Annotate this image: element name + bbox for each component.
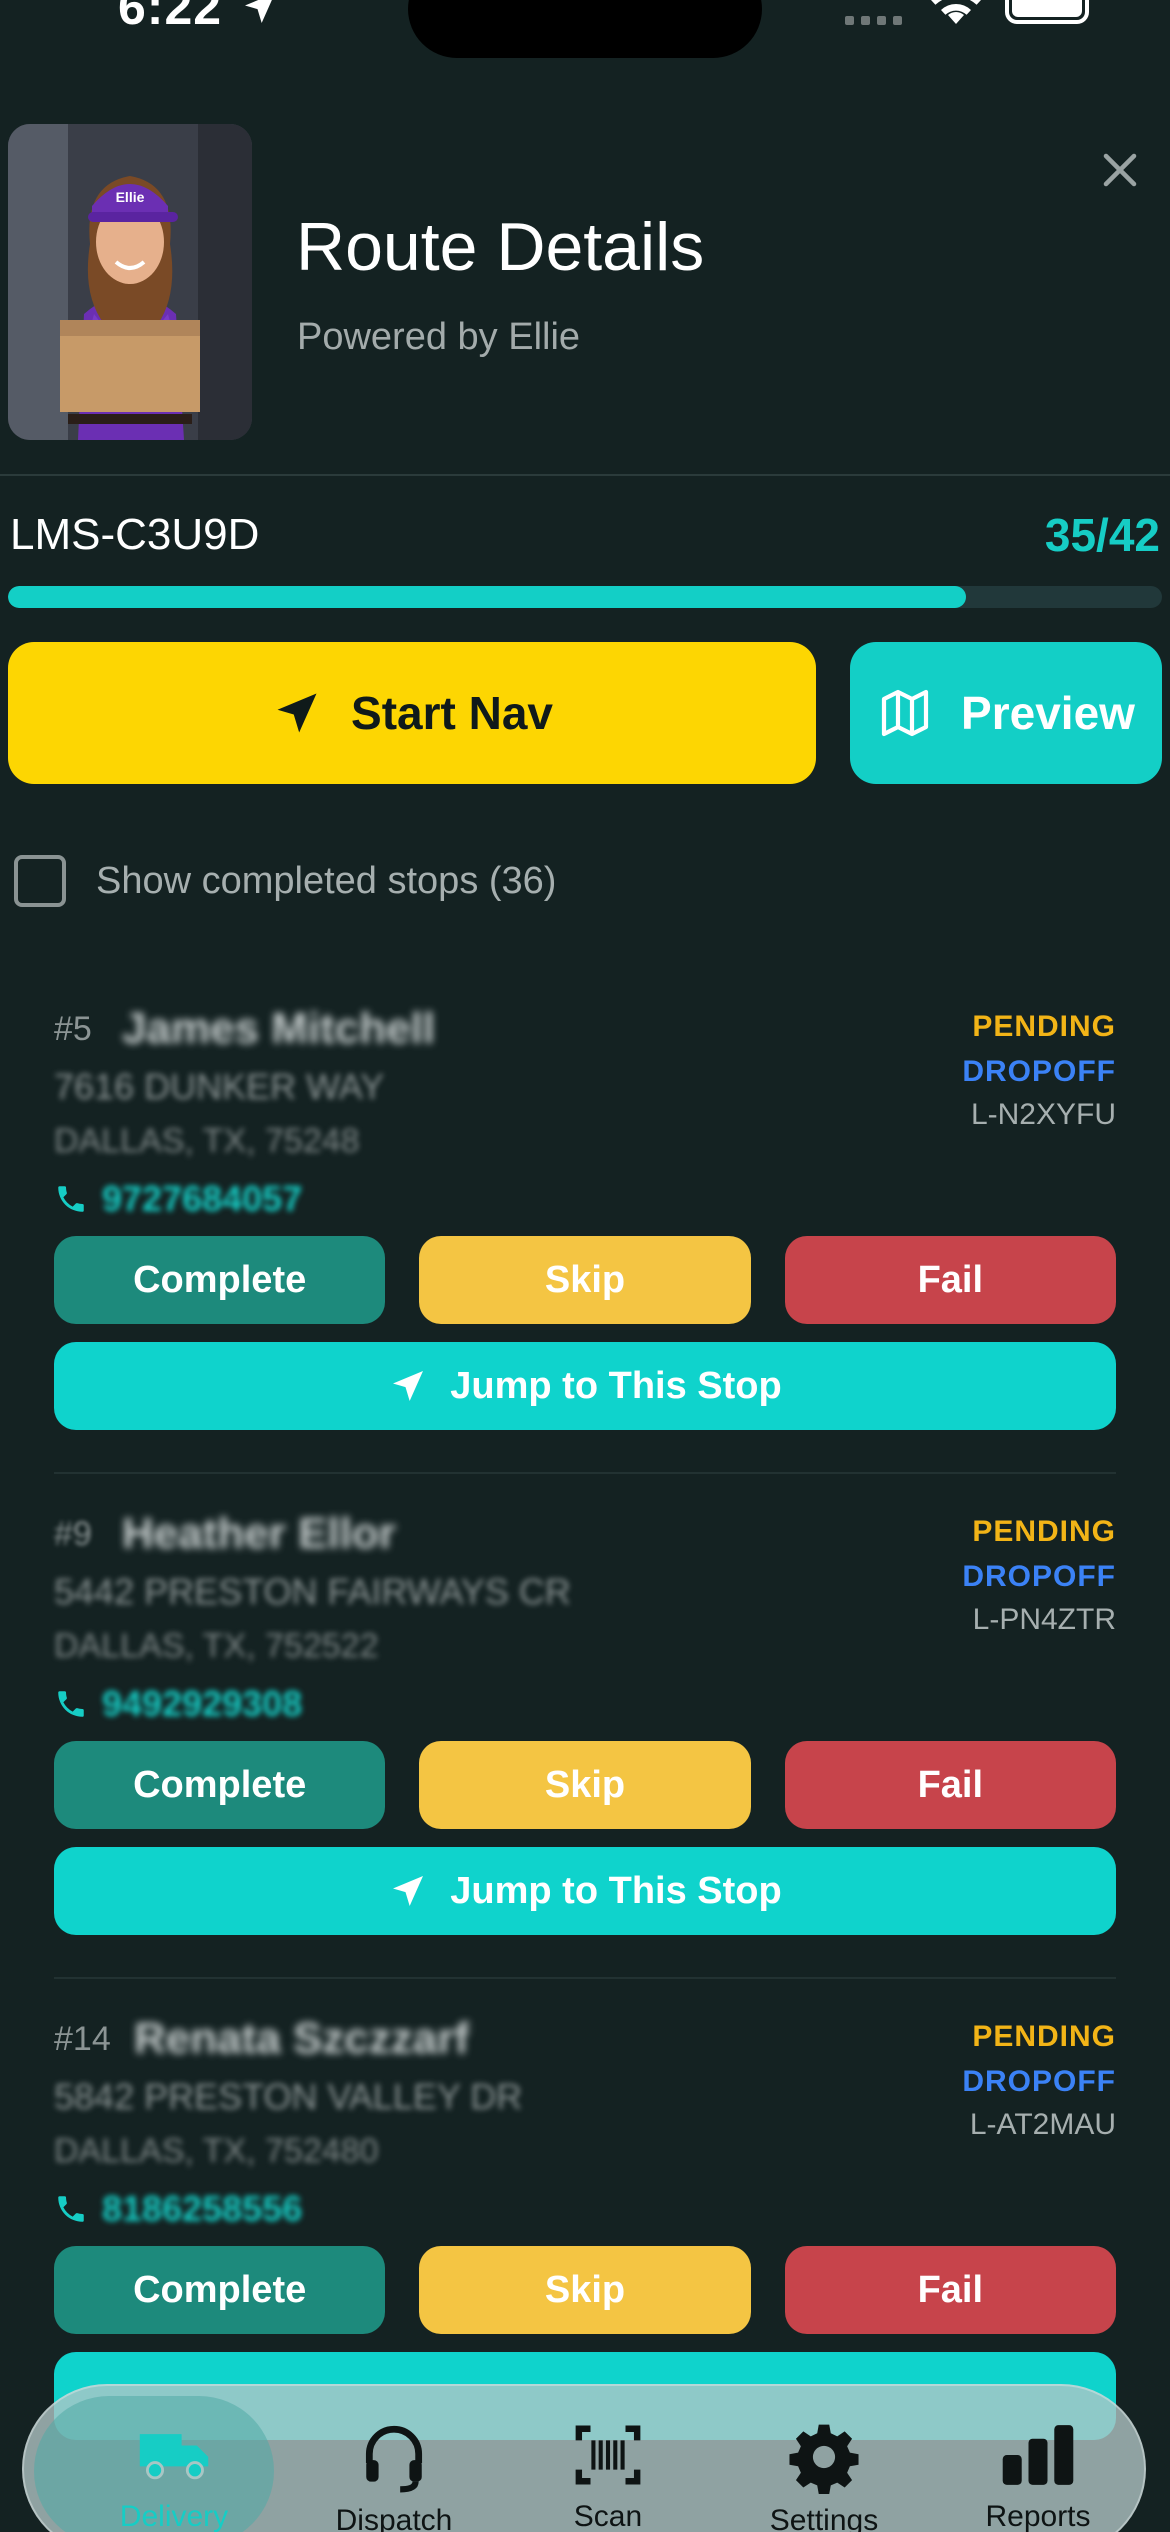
jump-to-stop-label: Jump to This Stop xyxy=(450,1869,782,1912)
stop-status-badge: PENDING xyxy=(972,1515,1116,1548)
stop-phone: 9727684057 xyxy=(102,1178,303,1219)
wifi-icon xyxy=(931,0,981,24)
route-id: LMS-C3U9D xyxy=(10,510,260,559)
preview-button[interactable]: Preview xyxy=(850,642,1162,784)
stop-code: L-N2XYFU xyxy=(970,1098,1116,1131)
complete-button[interactable]: Complete xyxy=(54,2246,386,2334)
show-completed-toggle[interactable]: Show completed stops (36) xyxy=(14,855,556,907)
stop-address-line1: 5842 PRESTON VALLEY DR xyxy=(54,2076,523,2117)
navigation-arrow-icon xyxy=(393,1876,424,1906)
headset-icon xyxy=(356,2420,432,2494)
stop-customer-name: Heather Ellor xyxy=(122,1509,396,1558)
tab-scan[interactable]: Scan xyxy=(508,2386,708,2532)
jump-to-stop-button[interactable]: Jump to This Stop xyxy=(54,1847,1116,1935)
status-time: 6:22 xyxy=(118,0,223,35)
show-completed-label: Show completed stops (36) xyxy=(96,859,557,902)
stop-number: #9 xyxy=(54,1515,92,1553)
tab-dispatch[interactable]: Dispatch xyxy=(294,2386,494,2532)
stop-customer-name: James Mitchell xyxy=(122,1004,436,1053)
stop-address-line2: DALLAS, TX, 752480 xyxy=(54,2132,379,2170)
phone-icon xyxy=(58,1186,84,1212)
stop-number: #14 xyxy=(54,2020,111,2058)
bottom-tab-bar: Delivery Dispatch Scan Settings Reports xyxy=(22,2384,1146,2532)
stop-phone: 9492929308 xyxy=(102,1683,303,1724)
jump-to-stop-button[interactable]: Jump to This Stop xyxy=(54,1342,1116,1430)
fail-button[interactable]: Fail xyxy=(784,1236,1116,1324)
card-divider xyxy=(54,1977,1116,1979)
skip-button[interactable]: Skip xyxy=(419,1236,751,1324)
stop-number: #5 xyxy=(54,1010,92,1048)
map-icon xyxy=(881,689,929,737)
navigation-arrow-icon xyxy=(277,693,317,733)
svg-text:Ellie: Ellie xyxy=(116,189,145,205)
stop-status-badge: PENDING xyxy=(972,1010,1116,1043)
tab-reports[interactable]: Reports xyxy=(938,2386,1138,2532)
card-divider xyxy=(54,1472,1116,1474)
cellular-signal-icon xyxy=(845,16,902,25)
close-button[interactable] xyxy=(1090,140,1150,200)
phone-icon xyxy=(58,1691,84,1717)
stop-phone: 8186258556 xyxy=(102,2188,303,2229)
stop-address-line1: 7616 DUNKER WAY xyxy=(54,1066,385,1107)
stop-address-line2: DALLAS, TX, 75248 xyxy=(54,1122,360,1160)
tab-settings[interactable]: Settings xyxy=(724,2386,924,2532)
jump-to-stop-label: Jump to This Stop xyxy=(450,1364,782,1407)
page-subtitle: Powered by Ellie xyxy=(297,316,581,358)
tab-label: Dispatch xyxy=(335,2504,453,2532)
stop-actions: Complete Skip Fail xyxy=(54,2246,1116,2334)
skip-button[interactable]: Skip xyxy=(419,1741,751,1829)
stop-phone-link[interactable]: 9727684057 xyxy=(54,1178,302,1220)
fail-button[interactable]: Fail xyxy=(784,2246,1116,2334)
stop-address-line2: DALLAS, TX, 752522 xyxy=(54,1627,379,1665)
tab-label: Reports xyxy=(985,2500,1091,2532)
preview-label: Preview xyxy=(961,687,1135,739)
stop-type-badge: DROPOFF xyxy=(962,1560,1116,1593)
phone-icon xyxy=(58,2196,84,2222)
tab-label: Scan xyxy=(573,2500,643,2532)
battery-icon xyxy=(1005,0,1089,24)
truck-icon xyxy=(136,2420,212,2490)
driver-photo: Ellie xyxy=(8,124,252,440)
stop-phone-link[interactable]: 8186258556 xyxy=(54,2188,302,2230)
stop-code: L-AT2MAU xyxy=(969,2108,1116,2141)
driver-illustration: Ellie xyxy=(8,124,252,440)
stop-phone-link[interactable]: 9492929308 xyxy=(54,1683,302,1725)
show-completed-checkbox[interactable] xyxy=(14,855,66,907)
stop-actions: Complete Skip Fail xyxy=(54,1741,1116,1829)
page-title: Route Details xyxy=(296,209,705,285)
stop-actions: Complete Skip Fail xyxy=(54,1236,1116,1324)
stop-code: L-PN4ZTR xyxy=(972,1603,1116,1636)
tab-delivery[interactable]: Delivery xyxy=(74,2386,274,2532)
camera-notch xyxy=(408,0,762,58)
navigation-arrow-icon xyxy=(393,1371,424,1401)
location-arrow-icon xyxy=(245,0,272,23)
complete-button[interactable]: Complete xyxy=(54,1236,386,1324)
close-icon xyxy=(1103,153,1137,187)
fail-button[interactable]: Fail xyxy=(784,1741,1116,1829)
stop-customer-name: Renata Szczzarf xyxy=(134,2014,470,2063)
gear-icon xyxy=(786,2420,862,2494)
header-divider xyxy=(0,474,1170,476)
route-progress-fill xyxy=(8,586,966,608)
tab-label: Delivery xyxy=(119,2500,229,2532)
route-stop-count: 35/42 xyxy=(1044,509,1160,561)
barcode-scan-icon xyxy=(570,2420,646,2490)
stop-status-badge: PENDING xyxy=(972,2020,1116,2053)
stop-address-line1: 5442 PRESTON FAIRWAYS CR xyxy=(54,1571,571,1612)
stop-type-badge: DROPOFF xyxy=(962,2065,1116,2098)
skip-button[interactable]: Skip xyxy=(419,2246,751,2334)
status-bar: 6:22 xyxy=(0,0,1170,60)
start-nav-button[interactable]: Start Nav xyxy=(8,642,816,784)
bar-chart-icon xyxy=(1000,2420,1076,2490)
start-nav-label: Start Nav xyxy=(351,687,553,739)
route-progress-bar xyxy=(8,586,1162,608)
tab-label: Settings xyxy=(769,2504,879,2532)
complete-button[interactable]: Complete xyxy=(54,1741,386,1829)
stop-type-badge: DROPOFF xyxy=(962,1055,1116,1088)
